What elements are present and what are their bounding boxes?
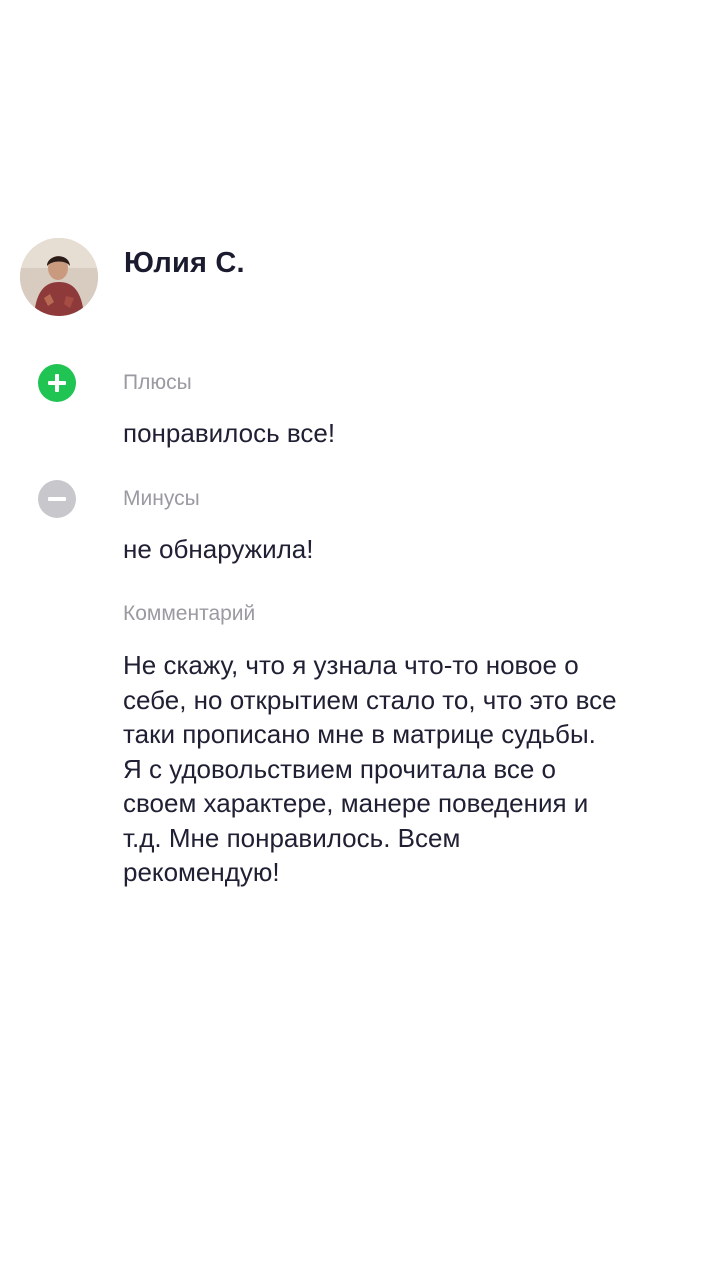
minus-circle-icon <box>38 480 76 518</box>
comment-label: Комментарий <box>123 602 256 625</box>
avatar[interactable] <box>20 238 98 316</box>
cons-text: не обнаружила! <box>123 534 314 564</box>
pros-label: Плюсы <box>123 371 192 394</box>
author-name: Юлия С. <box>124 246 245 279</box>
comment-text: Не скажу, что я узнала что-то новое о се… <box>123 650 617 887</box>
review-author: Юлия С. <box>20 238 245 316</box>
pros-text: понравилось все! <box>123 418 336 448</box>
cons-label: Минусы <box>123 487 200 510</box>
review-card: Юлия С. Плюсы понравилось все! Минусы не… <box>0 0 720 1280</box>
plus-circle-icon <box>38 364 76 402</box>
